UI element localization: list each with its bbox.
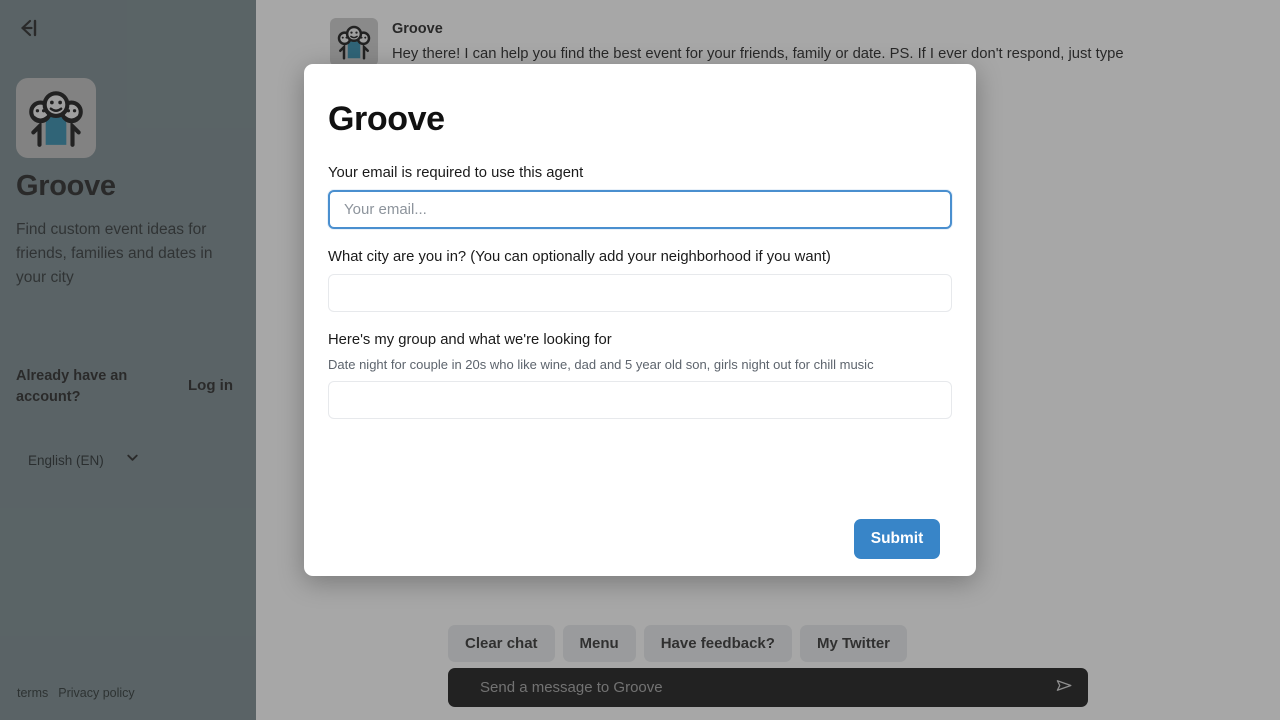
city-field-label: What city are you in? (You can optionall… bbox=[328, 249, 831, 265]
group-field-hint: Date night for couple in 20s who like wi… bbox=[328, 357, 874, 372]
group-field-label: Here's my group and what we're looking f… bbox=[328, 332, 612, 348]
onboarding-modal: Groove Your email is required to use thi… bbox=[304, 64, 976, 576]
email-field[interactable] bbox=[328, 190, 952, 229]
city-field[interactable] bbox=[328, 274, 952, 312]
modal-title: Groove bbox=[328, 100, 445, 138]
submit-button[interactable]: Submit bbox=[854, 519, 940, 559]
email-field-label: Your email is required to use this agent bbox=[328, 165, 584, 181]
group-field[interactable] bbox=[328, 381, 952, 419]
